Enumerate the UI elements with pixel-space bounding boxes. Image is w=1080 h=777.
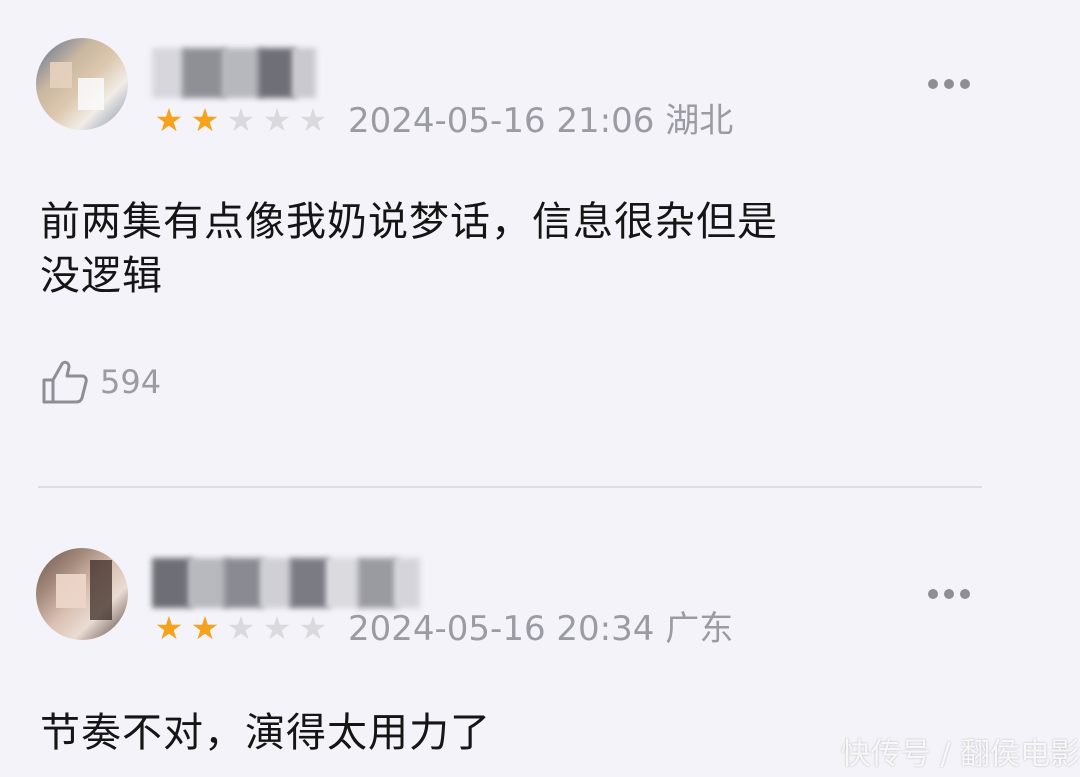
star-filled-icon: ★ xyxy=(154,609,184,647)
star-empty-icon: ★ xyxy=(298,609,328,647)
star-empty-icon: ★ xyxy=(226,101,256,139)
review-location: 湖北 xyxy=(665,101,734,141)
star-rating: ★ ★ ★ ★ ★ xyxy=(152,608,330,648)
star-filled-icon: ★ xyxy=(154,101,184,139)
star-empty-icon: ★ xyxy=(262,609,292,647)
review-location: 广东 xyxy=(665,609,734,649)
avatar-image-blurred xyxy=(36,548,128,640)
like-count: 594 xyxy=(100,363,162,401)
star-empty-icon: ★ xyxy=(298,101,328,139)
review-content-line: 前两集有点像我奶说梦话，信息很杂但是 xyxy=(40,199,778,245)
star-filled-icon: ★ xyxy=(190,101,220,139)
thumbs-up-icon xyxy=(42,360,88,404)
more-icon[interactable] xyxy=(928,587,970,601)
like-button[interactable]: 594 xyxy=(40,356,161,408)
avatar[interactable] xyxy=(36,38,128,130)
avatar[interactable] xyxy=(36,548,128,640)
review-content-line: 没逻辑 xyxy=(40,253,163,299)
review-meta: 2024-05-16 20:34 广东 xyxy=(348,609,733,649)
review-date: 2024-05-16 21:06 xyxy=(348,101,655,141)
username-blurred[interactable] xyxy=(152,558,420,608)
review-date: 2024-05-16 20:34 xyxy=(348,609,655,649)
username-blurred[interactable] xyxy=(152,48,316,98)
review-content: 前两集有点像我奶说梦话，信息很杂但是 没逻辑 xyxy=(40,195,1000,303)
divider xyxy=(38,486,982,488)
star-empty-icon: ★ xyxy=(262,101,292,139)
review-meta: 2024-05-16 21:06 湖北 xyxy=(348,101,733,141)
review-card: ★ ★ ★ ★ ★ 2024-05-16 21:06 湖北 前两集有点像我奶说梦… xyxy=(0,0,1080,460)
star-filled-icon: ★ xyxy=(190,609,220,647)
star-empty-icon: ★ xyxy=(226,609,256,647)
star-rating: ★ ★ ★ ★ ★ xyxy=(152,100,330,140)
more-icon[interactable] xyxy=(928,77,970,91)
avatar-image-blurred xyxy=(36,38,128,130)
watermark: 快传号 / 翻侯电影 xyxy=(840,737,1080,772)
